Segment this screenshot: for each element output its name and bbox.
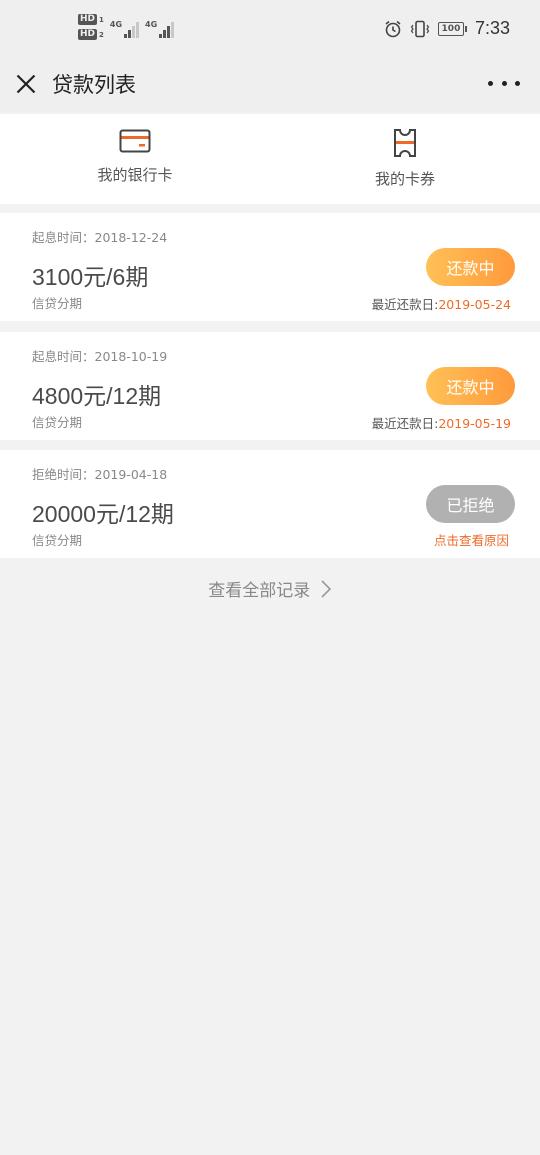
hd-indicator-1: HD 1: [78, 14, 104, 25]
repayment-date: 2019-05-24: [438, 297, 511, 312]
loan-amount: 4800元/12期: [32, 383, 162, 409]
battery-level: 100: [441, 23, 461, 34]
battery-icon: 100: [437, 21, 467, 36]
repayment-label: 最近还款日:: [371, 416, 439, 431]
title-bar: 贷款列表: [0, 60, 540, 112]
network-type: 4G: [109, 20, 123, 29]
loan-type: 信贷分期: [32, 533, 83, 548]
repayment-label: 最近还款日:: [371, 297, 439, 312]
network-2: 4G: [145, 14, 175, 40]
loan-amount: 3100元/6期: [32, 264, 149, 290]
loan-start-date: 起息时间：2018-12-24: [32, 230, 168, 245]
view-reason-link[interactable]: 点击查看原因: [434, 530, 509, 549]
vibrate-icon: [410, 20, 430, 37]
status-right: 100 7:33: [384, 18, 510, 39]
bank-card-icon: [119, 129, 151, 153]
loan-card[interactable]: 起息时间：2018-10-19 4800元/12期 信贷分期 还款中 最近还款日…: [0, 332, 540, 440]
next-repayment: 最近还款日:2019-05-24: [372, 294, 511, 313]
close-icon[interactable]: [14, 72, 38, 96]
hd-indicator-2: HD 2: [78, 29, 104, 40]
loan-amount: 20000元/12期: [32, 501, 174, 527]
sim-index: 2: [99, 30, 104, 39]
loan-reject-date: 拒绝时间：2019-04-18: [32, 467, 168, 482]
page-title: 贷款列表: [52, 73, 136, 97]
view-all-label: 查看全部记录: [208, 581, 311, 601]
loan-start-date: 起息时间：2018-10-19: [32, 349, 168, 364]
network-type: 4G: [145, 20, 158, 29]
coupon-icon: [394, 129, 416, 157]
shortcut-coupon[interactable]: 我的卡券: [270, 114, 540, 204]
chevron-right-icon: [321, 579, 331, 598]
status-button-rejected[interactable]: 已拒绝: [426, 485, 515, 523]
signal-icon: [124, 18, 140, 38]
loan-type: 信贷分期: [32, 296, 83, 311]
more-icon[interactable]: [488, 75, 520, 91]
hd-indicators: HD 1 HD 2: [78, 14, 104, 40]
shortcut-bar: 我的银行卡 我的卡券: [0, 114, 540, 204]
clock: 7:33: [474, 18, 510, 38]
hd-badge: HD: [78, 29, 98, 40]
shortcut-label: 我的银行卡: [97, 166, 173, 184]
hd-badge: HD: [78, 14, 98, 25]
repayment-date: 2019-05-19: [438, 416, 511, 431]
status-button-repaying[interactable]: 还款中: [426, 248, 515, 286]
signal-icon: [159, 18, 175, 38]
status-button-repaying[interactable]: 还款中: [426, 367, 515, 405]
signal-group: HD 1 HD 2 4G 4G: [78, 14, 175, 40]
shortcut-bank-card[interactable]: 我的银行卡: [0, 114, 270, 204]
network-1: 4G: [109, 14, 140, 40]
loan-card[interactable]: 起息时间：2018-12-24 3100元/6期 信贷分期 还款中 最近还款日:…: [0, 213, 540, 321]
status-bar: HD 1 HD 2 4G 4G 100 7:33: [0, 0, 540, 60]
sim-index: 1: [99, 15, 104, 24]
shortcut-label: 我的卡券: [374, 170, 435, 188]
loan-card[interactable]: 拒绝时间：2019-04-18 20000元/12期 信贷分期 已拒绝 点击查看…: [0, 450, 540, 558]
loan-type: 信贷分期: [32, 415, 83, 430]
view-all-records-link[interactable]: 查看全部记录: [0, 576, 540, 601]
next-repayment: 最近还款日:2019-05-19: [372, 413, 511, 432]
alarm-icon: [385, 20, 401, 37]
